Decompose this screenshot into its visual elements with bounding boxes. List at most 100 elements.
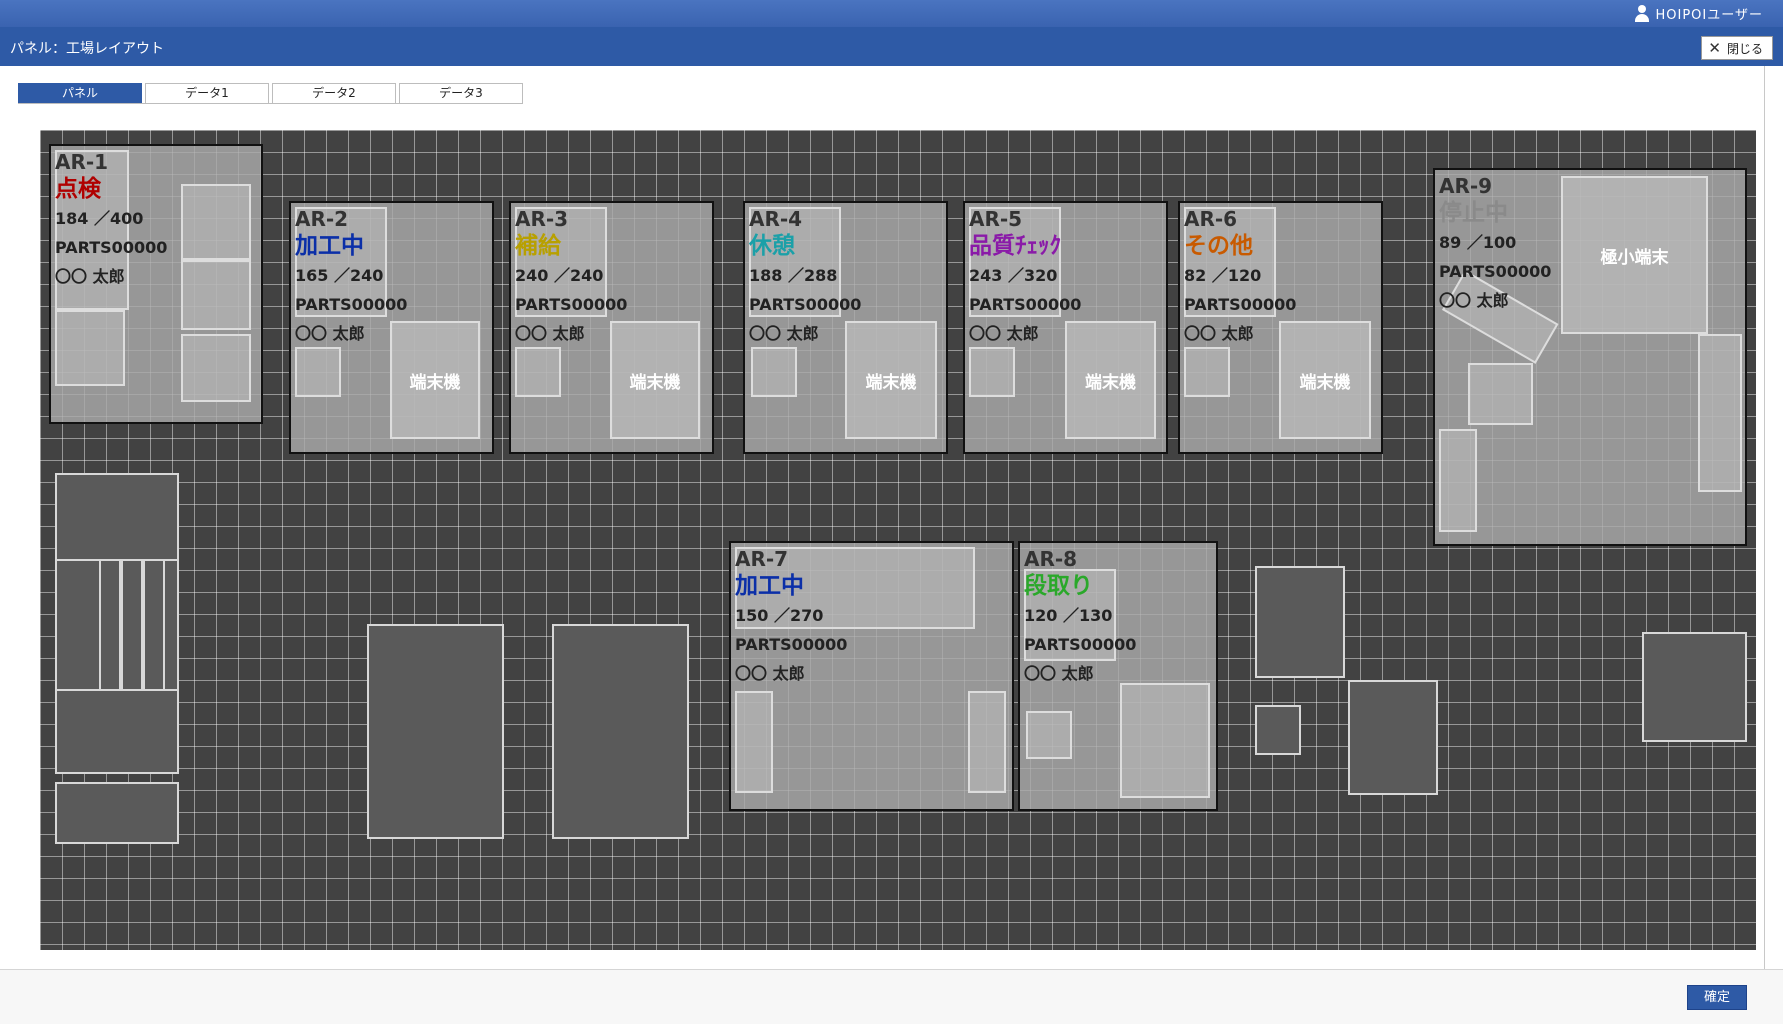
area-ar-8[interactable]: AR-8 段取り 120 ／130 PARTS00000 〇〇 太郎: [1018, 541, 1218, 811]
area-status: 段取り: [1024, 573, 1093, 599]
area-fixture: [968, 691, 1006, 793]
area-ar-6[interactable]: AR-6 その他 82 ／120 PARTS00000 〇〇 太郎 端末機: [1178, 201, 1383, 454]
machine-block: [1255, 705, 1301, 755]
area-parts: PARTS00000: [295, 295, 408, 314]
area-id: AR-8: [1024, 547, 1078, 571]
area-fixture: [181, 184, 251, 260]
confirm-button[interactable]: 確定: [1687, 985, 1747, 1010]
area-fixture: [295, 347, 341, 397]
tab-panel[interactable]: パネル: [18, 83, 142, 103]
machine-block: [55, 473, 179, 561]
machine-block: [1255, 566, 1345, 678]
area-fixture: [1120, 683, 1210, 798]
area-count: 150 ／270: [735, 606, 824, 625]
factory-layout-canvas: AR-1 点検 184 ／400 PARTS00000 〇〇 太郎 AR-2 加…: [40, 130, 1756, 950]
close-icon: ✕: [1708, 38, 1721, 57]
area-fixture: [1026, 711, 1072, 759]
top-bar: HOIPOIユーザー: [0, 0, 1783, 27]
area-id: AR-5: [969, 207, 1023, 231]
machine-block: [55, 782, 179, 844]
area-info: AR-7 加工中 150 ／270 PARTS00000 〇〇 太郎: [735, 547, 847, 688]
area-status: 加工中: [295, 233, 364, 259]
area-ar-7[interactable]: AR-7 加工中 150 ／270 PARTS00000 〇〇 太郎: [729, 541, 1014, 811]
machine-block: [1642, 632, 1747, 742]
area-parts: PARTS00000: [735, 635, 848, 654]
machine-divider: [121, 559, 143, 691]
area-fixture: [1468, 363, 1533, 425]
scroll-edge: [1764, 66, 1765, 969]
area-operator: 〇〇 太郎: [735, 664, 805, 683]
user-icon: [1634, 5, 1650, 22]
area-terminal[interactable]: 端末機: [390, 321, 480, 439]
area-fixture: [1439, 429, 1477, 532]
area-id: AR-6: [1184, 207, 1238, 231]
area-id: AR-2: [295, 207, 349, 231]
area-fixture: [1698, 334, 1742, 492]
area-status: 休憩: [749, 233, 795, 259]
tab-data3[interactable]: データ3: [399, 83, 523, 103]
area-id: AR-1: [55, 150, 109, 174]
area-count: 243 ／320: [969, 266, 1058, 285]
area-parts: PARTS00000: [1439, 262, 1552, 281]
machine-block: [55, 689, 179, 774]
area-ar-9[interactable]: AR-9 停止中 89 ／100 PARTS00000 〇〇 太郎 極小端末: [1433, 168, 1747, 546]
title-bar: パネル：工場レイアウト ✕ 閉じる: [0, 27, 1783, 66]
user-menu[interactable]: HOIPOIユーザー: [1634, 4, 1764, 23]
area-operator: 〇〇 太郎: [1439, 291, 1509, 310]
area-parts: PARTS00000: [515, 295, 628, 314]
area-count: 82 ／120: [1184, 266, 1262, 285]
close-button[interactable]: ✕ 閉じる: [1701, 36, 1773, 60]
area-ar-2[interactable]: AR-2 加工中 165 ／240 PARTS00000 〇〇 太郎 端末機: [289, 201, 494, 454]
area-ar-1[interactable]: AR-1 点検 184 ／400 PARTS00000 〇〇 太郎: [49, 144, 263, 424]
area-status: 停止中: [1439, 200, 1508, 226]
area-count: 188 ／288: [749, 266, 838, 285]
machine-block: [1348, 680, 1438, 795]
area-fixture: [735, 691, 773, 793]
area-operator: 〇〇 太郎: [55, 267, 125, 286]
area-ar-3[interactable]: AR-3 補給 240 ／240 PARTS00000 〇〇 太郎 端末機: [509, 201, 714, 454]
area-count: 240 ／240: [515, 266, 604, 285]
area-fixture: [55, 310, 125, 386]
area-terminal[interactable]: 端末機: [1065, 321, 1156, 439]
machine-block: [367, 624, 504, 839]
area-parts: PARTS00000: [749, 295, 862, 314]
area-count: 89 ／100: [1439, 233, 1517, 252]
area-fixture: [181, 334, 251, 402]
tab-divider: [18, 103, 523, 104]
area-parts: PARTS00000: [969, 295, 1082, 314]
area-operator: 〇〇 太郎: [1024, 664, 1094, 683]
footer: [0, 970, 1783, 1024]
close-button-label: 閉じる: [1726, 41, 1763, 56]
area-id: AR-7: [735, 547, 789, 571]
area-terminal[interactable]: 端末機: [610, 321, 700, 439]
area-fixture: [969, 347, 1015, 397]
area-count: 120 ／130: [1024, 606, 1113, 625]
area-count: 165 ／240: [295, 266, 384, 285]
area-fixture: [751, 347, 797, 397]
area-count: 184 ／400: [55, 209, 144, 228]
area-terminal[interactable]: 端末機: [1279, 321, 1371, 439]
area-ar-4[interactable]: AR-4 休憩 188 ／288 PARTS00000 〇〇 太郎 端末機: [743, 201, 948, 454]
tab-data2[interactable]: データ2: [272, 83, 396, 103]
area-id: AR-3: [515, 207, 569, 231]
area-terminal[interactable]: 端末機: [845, 321, 937, 439]
area-fixture: [1184, 347, 1230, 397]
area-info: AR-1 点検 184 ／400 PARTS00000 〇〇 太郎: [55, 150, 167, 291]
area-info: AR-9 停止中 89 ／100 PARTS00000 〇〇 太郎: [1439, 174, 1551, 315]
area-status: 点検: [55, 176, 101, 202]
area-fixture: [181, 260, 251, 330]
page-title: パネル：工場レイアウト: [10, 41, 164, 57]
area-status: 補給: [515, 233, 561, 259]
machine-block: [552, 624, 689, 839]
area-fixture: [515, 347, 561, 397]
area-id: AR-4: [749, 207, 803, 231]
tab-data1[interactable]: データ1: [145, 83, 269, 103]
area-parts: PARTS00000: [1024, 635, 1137, 654]
user-name: HOIPOIユーザー: [1655, 8, 1763, 23]
area-ar-5[interactable]: AR-5 品質ﾁｪｯｸ 243 ／320 PARTS00000 〇〇 太郎 端末…: [963, 201, 1168, 454]
area-status: その他: [1184, 233, 1253, 259]
area-terminal-mini[interactable]: 極小端末: [1561, 176, 1708, 334]
area-parts: PARTS00000: [55, 238, 168, 257]
area-parts: PARTS00000: [1184, 295, 1297, 314]
area-info: AR-8 段取り 120 ／130 PARTS00000 〇〇 太郎: [1024, 547, 1136, 688]
